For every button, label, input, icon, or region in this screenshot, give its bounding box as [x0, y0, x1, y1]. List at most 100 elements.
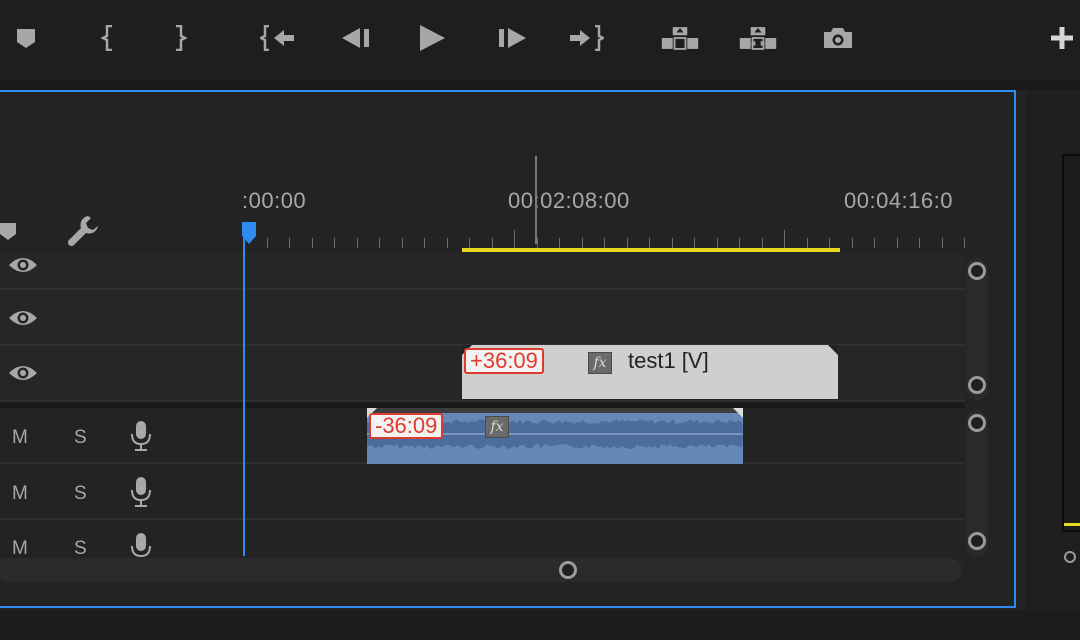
ruler-tick — [469, 238, 470, 248]
track-header: M S — [0, 464, 244, 518]
audio-meter — [1062, 154, 1080, 532]
step-back-icon — [342, 28, 369, 48]
time-ruler[interactable] — [244, 230, 965, 248]
ruler-tick — [491, 238, 493, 248]
ruler-tick — [626, 238, 628, 248]
ruler-tick — [334, 238, 335, 248]
track-header — [0, 290, 244, 344]
hover-cursor-line — [535, 156, 537, 244]
ruler-label-mid: 00:02:08:00 — [508, 188, 630, 213]
clip-name: test1 [V] — [628, 348, 709, 373]
bottom-bar — [0, 610, 1080, 640]
playhead-handle[interactable] — [242, 222, 256, 244]
ruler-tick — [446, 238, 448, 248]
video-scroll-bottom-handle[interactable] — [968, 376, 986, 394]
audio-clip[interactable]: -36:09 fx — [367, 408, 743, 464]
ruler-tick — [289, 238, 290, 248]
plus-icon — [1051, 27, 1073, 49]
mark-in-button[interactable] — [88, 16, 128, 60]
ruler-tick — [356, 238, 358, 248]
play-button[interactable] — [412, 16, 452, 60]
add-marker-button[interactable] — [6, 16, 46, 60]
ruler-tick — [514, 230, 515, 248]
ruler-tick — [806, 238, 808, 248]
go-to-in-button[interactable] — [258, 16, 298, 60]
step-forward-icon — [499, 28, 526, 48]
track-header — [0, 252, 244, 288]
horizontal-zoom-scrollbar[interactable] — [0, 558, 962, 582]
ruler-tick — [941, 238, 943, 248]
video-track-2[interactable] — [0, 290, 965, 346]
ruler-tick — [604, 238, 605, 248]
mute-button[interactable]: M — [12, 483, 28, 505]
camera-icon — [824, 28, 852, 48]
eye-icon[interactable] — [8, 307, 38, 329]
track-header — [0, 346, 244, 400]
go-to-in-icon — [260, 25, 294, 51]
audio-track-3[interactable]: M S — [0, 520, 965, 560]
ruler-tick — [649, 238, 650, 248]
eye-icon[interactable] — [8, 254, 38, 276]
ruler-tick — [694, 238, 695, 248]
mark-out-icon — [176, 25, 187, 51]
lift-icon — [661, 27, 699, 50]
add-button[interactable] — [1042, 16, 1080, 60]
extract-button[interactable] — [738, 16, 778, 60]
ruler-tick — [829, 238, 830, 248]
solo-button[interactable]: S — [74, 538, 87, 560]
solo-button[interactable]: S — [74, 427, 87, 449]
ruler-tick — [851, 238, 853, 248]
fx-badge[interactable]: fx — [485, 416, 509, 438]
extract-icon — [739, 27, 777, 50]
go-to-out-icon — [570, 25, 604, 51]
video-track-3[interactable] — [0, 252, 965, 290]
video-clip-test1[interactable]: +36:09 fx test1 [V] — [462, 345, 838, 399]
step-back-button[interactable] — [336, 16, 376, 60]
fx-badge[interactable]: fx — [588, 352, 612, 374]
clip-end-corner — [828, 345, 838, 355]
track-header: M S — [0, 408, 244, 462]
out-of-sync-badge[interactable]: -36:09 — [369, 413, 444, 439]
marker-icon — [17, 29, 35, 48]
ruler-tick — [784, 230, 785, 248]
ruler-label-end: 00:04:16:0 — [844, 188, 953, 213]
ruler-tick — [874, 238, 875, 248]
step-forward-button[interactable] — [492, 16, 532, 60]
wrench-icon[interactable] — [66, 214, 100, 248]
audio-scroll-bottom-handle[interactable] — [968, 532, 986, 550]
microphone-icon[interactable] — [130, 532, 152, 558]
mute-button[interactable]: M — [12, 427, 28, 449]
audio-track-2[interactable]: M S — [0, 464, 965, 520]
ruler-tick — [761, 238, 763, 248]
timeline-window: :00:00 00:02:08:00 00:04:16:0 M S M S M … — [0, 0, 1080, 640]
clip-end-corner — [733, 408, 743, 418]
export-frame-button[interactable] — [818, 16, 858, 60]
ruler-tick — [266, 238, 268, 248]
ruler-tick — [896, 238, 898, 248]
video-scroll-top-handle[interactable] — [968, 262, 986, 280]
meter-level — [1064, 523, 1080, 526]
solo-button[interactable]: S — [74, 483, 87, 505]
microphone-icon[interactable] — [130, 420, 152, 452]
mark-out-button[interactable] — [160, 16, 200, 60]
out-of-sync-badge[interactable]: +36:09 — [464, 348, 544, 374]
meter-scroll-handle[interactable] — [1064, 551, 1076, 563]
transport-toolbar — [0, 0, 1080, 80]
microphone-icon[interactable] — [130, 476, 152, 508]
ruler-tick — [964, 238, 965, 248]
track-header: M S — [0, 520, 244, 560]
go-to-out-button[interactable] — [566, 16, 606, 60]
playhead-line — [243, 238, 245, 556]
mute-button[interactable]: M — [12, 538, 28, 560]
horizontal-scroll-handle[interactable] — [559, 561, 577, 579]
audio-scroll-top-handle[interactable] — [968, 414, 986, 432]
ruler-tick — [379, 238, 380, 248]
eye-icon[interactable] — [8, 362, 38, 384]
add-marker-icon[interactable] — [0, 222, 18, 242]
ruler-tick — [401, 238, 403, 248]
ruler-tick — [716, 238, 718, 248]
mark-in-icon — [101, 25, 112, 51]
ruler-tick — [581, 238, 583, 248]
ruler-tick — [919, 238, 920, 248]
lift-button[interactable] — [660, 16, 700, 60]
